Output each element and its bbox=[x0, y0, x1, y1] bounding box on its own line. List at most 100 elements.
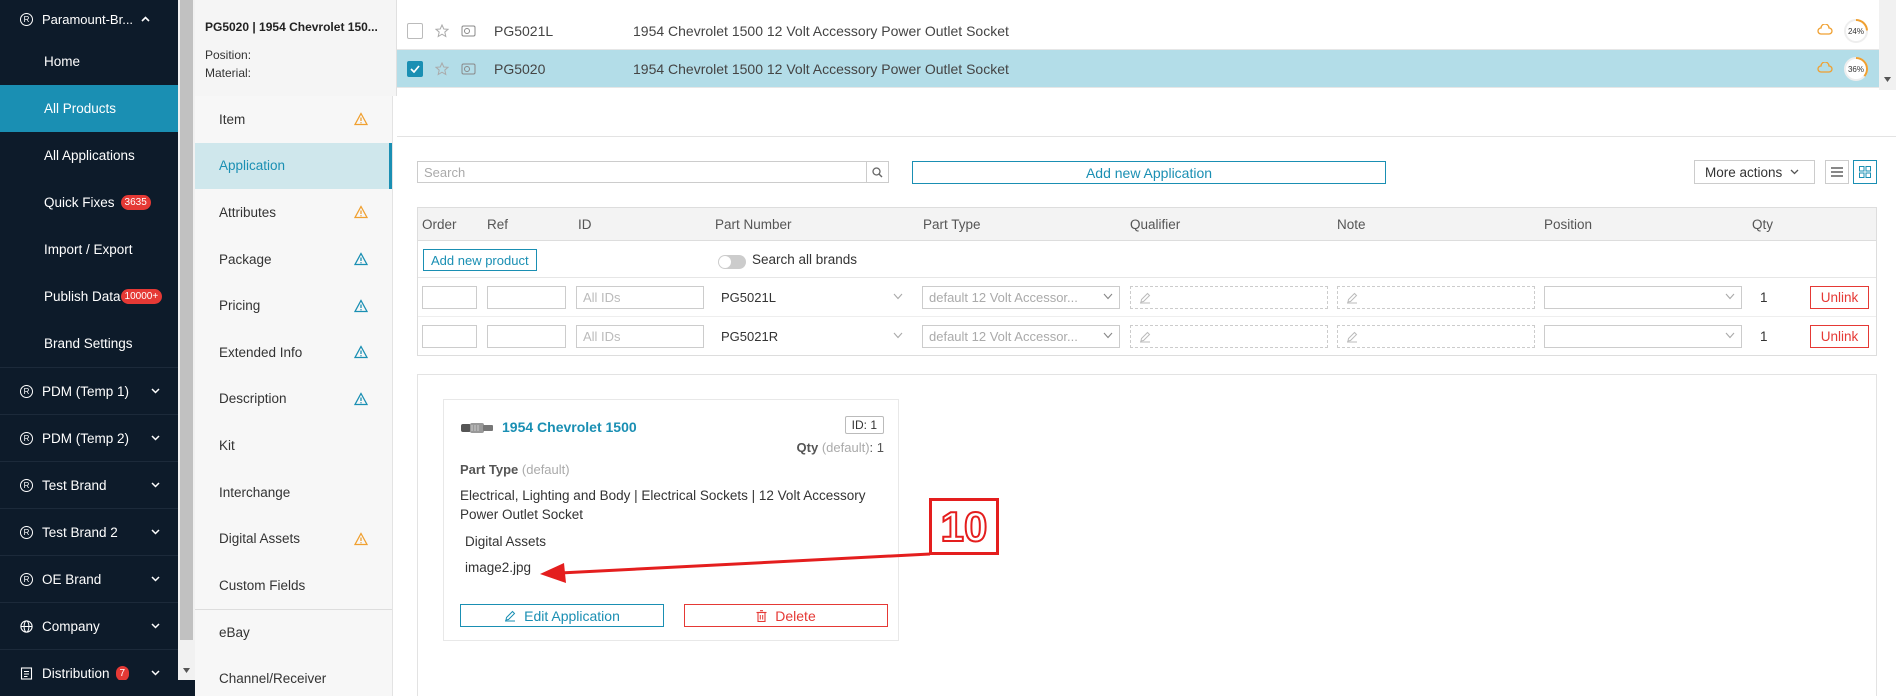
add-new-application-button[interactable]: Add new Application bbox=[912, 161, 1386, 184]
search-all-brands-toggle[interactable] bbox=[718, 255, 746, 269]
note-input[interactable] bbox=[1337, 325, 1535, 348]
tab-label: Item bbox=[219, 111, 246, 127]
tab-ebay[interactable]: eBay bbox=[195, 608, 392, 656]
part-type-select[interactable]: default 12 Volt Accessor... bbox=[922, 325, 1120, 348]
qualifier-input[interactable] bbox=[1130, 286, 1328, 309]
tab-custom-fields[interactable]: Custom Fields bbox=[195, 562, 392, 609]
nav-group-company[interactable]: Company bbox=[0, 602, 178, 649]
nav-group-pdm-temp-1[interactable]: R PDM (Temp 1) bbox=[0, 367, 178, 414]
position-select[interactable] bbox=[1544, 325, 1742, 348]
chevron-down-icon bbox=[151, 576, 160, 582]
id-placeholder: All IDs bbox=[583, 329, 621, 344]
row-sku: PG5021L bbox=[494, 22, 554, 39]
table-row: All IDs PG5021R default 12 Volt Accessor… bbox=[418, 317, 1876, 356]
nav-group-pdm-temp-2[interactable]: R PDM (Temp 2) bbox=[0, 414, 178, 461]
order-input[interactable] bbox=[422, 286, 477, 309]
chevron-down-icon bbox=[151, 670, 160, 676]
brand-switcher[interactable]: R Paramount-Br... bbox=[0, 0, 178, 38]
nav-item-import-export[interactable]: Import / Export bbox=[0, 226, 178, 273]
note-input[interactable] bbox=[1337, 286, 1535, 309]
unlink-button[interactable]: Unlink bbox=[1810, 325, 1869, 348]
order-input[interactable] bbox=[422, 325, 477, 348]
nav-group-test-brand-2[interactable]: R Test Brand 2 bbox=[0, 508, 178, 555]
info-warning-icon bbox=[354, 252, 368, 266]
registered-icon: R bbox=[20, 12, 33, 26]
tab-item[interactable]: Item bbox=[195, 96, 392, 143]
pencil-icon bbox=[1347, 292, 1358, 303]
tab-digital-assets[interactable]: Digital Assets bbox=[195, 515, 392, 562]
nav-group-label: PDM (Temp 2) bbox=[42, 430, 130, 446]
part-number-select[interactable]: PG5021R bbox=[714, 325, 910, 348]
tab-pricing[interactable]: Pricing bbox=[195, 282, 392, 329]
search-input[interactable] bbox=[418, 162, 866, 182]
tab-channel-receiver[interactable]: Channel/Receiver bbox=[195, 655, 392, 696]
edit-application-button[interactable]: Edit Application bbox=[460, 604, 664, 627]
nav-item-all-products[interactable]: All Products bbox=[0, 85, 178, 132]
nav-item-label: Home bbox=[44, 54, 81, 69]
progress-text: 36% bbox=[1848, 65, 1864, 74]
column-header-position: Position bbox=[1544, 217, 1593, 232]
nav-item-quick-fixes[interactable]: Quick Fixes 3635 bbox=[0, 179, 178, 226]
ref-input[interactable] bbox=[487, 286, 566, 309]
position-select[interactable] bbox=[1544, 286, 1742, 309]
row-sku: PG5020 bbox=[494, 60, 546, 77]
scroll-down-icon[interactable] bbox=[181, 665, 192, 676]
nav-item-publish-data[interactable]: Publish Data 10000+ bbox=[0, 273, 178, 320]
tab-extended-info[interactable]: Extended Info bbox=[195, 329, 392, 376]
globe-icon bbox=[20, 619, 33, 633]
nav-item-home[interactable]: Home bbox=[0, 38, 178, 85]
tab-description[interactable]: Description bbox=[195, 376, 392, 423]
id-input[interactable]: All IDs bbox=[576, 286, 704, 309]
product-row-selected[interactable]: PG5020 1954 Chevrolet 1500 12 Volt Acces… bbox=[397, 50, 1879, 88]
digital-asset-file[interactable]: image2.jpg bbox=[465, 560, 531, 575]
add-new-product-button[interactable]: Add new product bbox=[423, 249, 537, 271]
qty-default-tag: (default) bbox=[821, 440, 870, 455]
chevron-down-icon bbox=[1725, 332, 1735, 339]
nav-item-brand-settings[interactable]: Brand Settings bbox=[0, 320, 178, 367]
row-checkbox-checked[interactable] bbox=[407, 60, 423, 77]
grid-view-button[interactable] bbox=[1853, 160, 1877, 184]
star-icon[interactable] bbox=[435, 23, 449, 38]
tab-interchange[interactable]: Interchange bbox=[195, 469, 392, 516]
qty-value: 1 bbox=[1760, 329, 1768, 344]
row-checkbox[interactable] bbox=[407, 22, 423, 39]
table-row: All IDs PG5021L default 12 Volt Accessor… bbox=[418, 278, 1876, 317]
part-type-value: Electrical, Lighting and Body | Electric… bbox=[460, 488, 866, 522]
nav-item-all-applications[interactable]: All Applications bbox=[0, 132, 178, 179]
list-view-button[interactable] bbox=[1825, 160, 1849, 184]
chevron-up-icon bbox=[141, 16, 150, 22]
nav-group-label: Test Brand 2 bbox=[42, 524, 118, 540]
nav-scrollbar-thumb[interactable] bbox=[180, 0, 193, 640]
application-card: 1954 Chevrolet 1500 ID: 1 Qty (default):… bbox=[443, 399, 899, 641]
qualifier-input[interactable] bbox=[1130, 325, 1328, 348]
delete-application-button[interactable]: Delete bbox=[684, 604, 888, 627]
quick-fixes-badge: 3635 bbox=[120, 195, 151, 210]
column-header-qualifier: Qualifier bbox=[1130, 217, 1181, 232]
table-header: Order Ref ID Part Number Part Type Quali… bbox=[418, 208, 1876, 241]
product-image-icon bbox=[461, 63, 476, 74]
ref-input[interactable] bbox=[487, 325, 566, 348]
part-number-select[interactable]: PG5021L bbox=[714, 286, 910, 309]
application-title[interactable]: 1954 Chevrolet 1500 bbox=[502, 419, 637, 435]
tab-application[interactable]: Application bbox=[195, 142, 392, 190]
unlink-button[interactable]: Unlink bbox=[1810, 286, 1869, 309]
list-scrollbar[interactable] bbox=[1879, 0, 1896, 90]
id-input[interactable]: All IDs bbox=[576, 325, 704, 348]
part-type-label: Part Type (default) bbox=[460, 462, 570, 477]
nav-group-test-brand[interactable]: R Test Brand bbox=[0, 461, 178, 508]
more-actions-dropdown[interactable]: More actions bbox=[1694, 160, 1815, 184]
search-button[interactable] bbox=[866, 162, 888, 182]
selected-product-summary: PG5020 | 1954 Chevrolet 150... Position:… bbox=[195, 0, 397, 96]
pencil-icon bbox=[1347, 331, 1358, 342]
chevron-down-icon bbox=[151, 623, 160, 629]
part-type-select[interactable]: default 12 Volt Accessor... bbox=[922, 286, 1120, 309]
tab-attributes[interactable]: Attributes bbox=[195, 189, 392, 236]
nav-group-label: OE Brand bbox=[42, 571, 102, 587]
product-row[interactable]: PG5021L 1954 Chevrolet 1500 12 Volt Acce… bbox=[397, 12, 1879, 50]
tab-package[interactable]: Package bbox=[195, 236, 392, 283]
tab-kit[interactable]: Kit bbox=[195, 422, 392, 469]
star-icon[interactable] bbox=[435, 61, 449, 76]
scroll-down-icon[interactable] bbox=[1882, 74, 1893, 85]
nav-item-label: Publish Data bbox=[44, 289, 121, 304]
nav-group-oe-brand[interactable]: R OE Brand bbox=[0, 555, 178, 602]
